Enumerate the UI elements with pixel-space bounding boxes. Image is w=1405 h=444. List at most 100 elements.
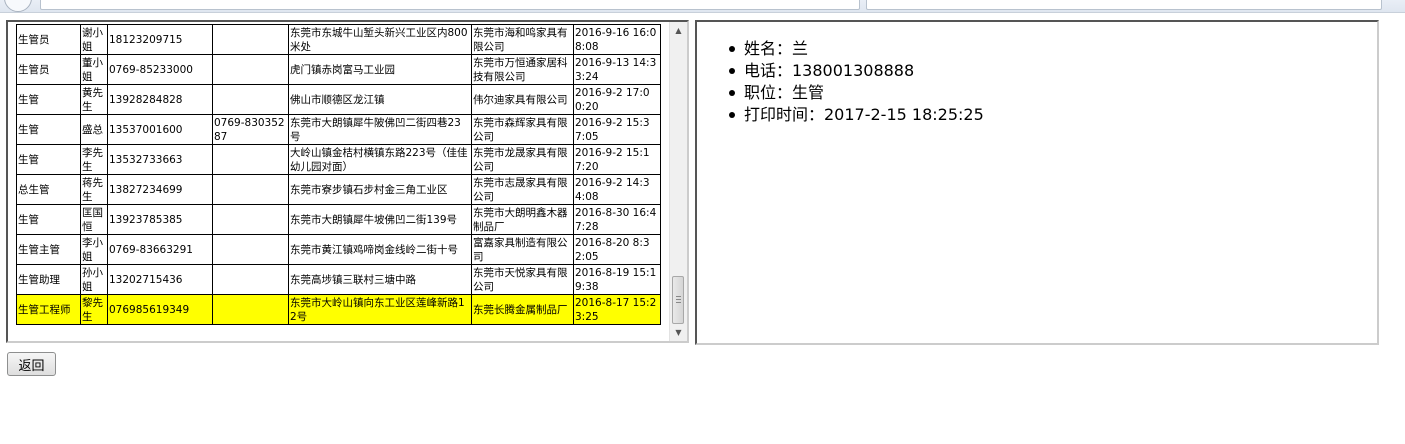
table-cell: 2016-8-20 8:32:05 (573, 234, 661, 265)
grip-line (676, 302, 681, 303)
table-cell: 匡国恒 (80, 204, 108, 235)
contact-table: 生管员 谢小姐 18123209715 东莞市东城牛山堑头新兴工业区内800米处 东莞市… (16, 24, 661, 325)
table-cell: 东莞市龙晟家具有限公司 (471, 144, 574, 175)
browser-back-circle-icon[interactable] (4, 0, 32, 12)
browser-toolbar (0, 0, 1405, 13)
table-cell: 2016-9-2 17:00:20 (573, 84, 661, 115)
table-cell: 0769-83035287 (212, 114, 289, 145)
table-cell (212, 294, 289, 325)
table-cell (212, 144, 289, 175)
table-cell: 2016-8-30 16:47:28 (573, 204, 661, 235)
grip-line (676, 299, 681, 300)
table-cell: 生管员 (16, 24, 81, 55)
table-row[interactable]: 生管工程师 黎先生 076985619349 东莞市大岭山镇向东工业区莲峰新路12号东… (16, 294, 661, 325)
table-row[interactable]: 生管 盛总 13537001600 0769-83035287 东莞市大朗镇犀牛陂佛凹二… (16, 114, 661, 145)
table-cell: 生管 (16, 144, 81, 175)
detail-item-position: 职位：生管 (729, 82, 984, 104)
detail-text: 电话：138001308888 (744, 61, 915, 80)
table-cell: 0769-83663291 (107, 234, 213, 265)
table-cell: 东莞高埗镇三联村三塘中路 (288, 264, 472, 295)
table-cell: 18123209715 (107, 24, 213, 55)
grip-line (676, 296, 681, 297)
table-cell: 076985619349 (107, 294, 213, 325)
table-cell: 2016-9-2 14:34:08 (573, 174, 661, 205)
table-cell: 佛山市顺德区龙江镇 (288, 84, 472, 115)
table-cell: 东莞市大朗明鑫木器制品厂 (471, 204, 574, 235)
table-cell: 东莞市海和鸣家具有限公司 (471, 24, 574, 55)
table-cell: 生管主管 (16, 234, 81, 265)
table-cell: 东莞市志晟家具有限公司 (471, 174, 574, 205)
table-cell: 黎先生 (80, 294, 108, 325)
back-button[interactable]: 返回 (7, 352, 56, 376)
table-cell (212, 204, 289, 235)
table-cell: 东莞市天悦家具有限公司 (471, 264, 574, 295)
bullet-icon (729, 112, 735, 118)
table-cell: 13928284828 (107, 84, 213, 115)
table-cell: 东莞市大朗镇犀牛陂佛凹二街四巷23号 (288, 114, 472, 145)
table-cell: 东莞长腾金属制品厂 (471, 294, 574, 325)
table-cell (212, 234, 289, 265)
detail-item-print-time: 打印时间：2017-2-15 18:25:25 (729, 104, 984, 126)
table-cell: 2016-9-2 15:37:05 (573, 114, 661, 145)
table-row[interactable]: 生管助理 孙小姐 13202715436 东莞高埗镇三联村三塘中路 东莞市天悦家具有限公… (16, 264, 661, 295)
table-cell: 生管助理 (16, 264, 81, 295)
address-bar[interactable] (40, 0, 860, 10)
table-cell: 孙小姐 (80, 264, 108, 295)
scrollbar-thumb[interactable] (672, 276, 684, 324)
table-row[interactable]: 生管主管 李小姐 0769-83663291 东莞市黄江镇鸡啼岗金线岭二街十号 富嘉家具… (16, 234, 661, 265)
table-cell: 13202715436 (107, 264, 213, 295)
up-arrow-icon[interactable]: ▲ (670, 22, 687, 39)
table-cell: 13537001600 (107, 114, 213, 145)
vertical-scrollbar[interactable]: ▲ ▼ (669, 22, 687, 341)
table-cell: 大岭山镇金桔村横镇东路223号（佳佳幼儿园对面） (288, 144, 472, 175)
table-cell: 李小姐 (80, 234, 108, 265)
table-cell: 2016-9-13 14:33:24 (573, 54, 661, 85)
down-arrow-icon[interactable]: ▼ (670, 324, 687, 341)
table-row[interactable]: 生管员 谢小姐 18123209715 东莞市东城牛山堑头新兴工业区内800米处 东莞市… (16, 24, 661, 55)
search-bar[interactable] (866, 0, 1382, 10)
table-row[interactable]: 生管员 董小姐 0769-85233000 虎门镇赤岗富马工业园 东莞市万恒通家居科技有… (16, 54, 661, 85)
table-cell: 黄先生 (80, 84, 108, 115)
table-cell: 生管员 (16, 54, 81, 85)
table-cell (212, 264, 289, 295)
table-cell: 2016-9-16 16:08:08 (573, 24, 661, 55)
contact-table-viewport: 生管员 谢小姐 18123209715 东莞市东城牛山堑头新兴工业区内800米处 东莞市… (16, 22, 672, 341)
table-cell: 东莞市万恒通家居科技有限公司 (471, 54, 574, 85)
table-cell: 谢小姐 (80, 24, 108, 55)
table-cell: 东莞市森辉家具有限公司 (471, 114, 574, 145)
table-cell: 13923785385 (107, 204, 213, 235)
table-cell: 2016-8-19 15:19:38 (573, 264, 661, 295)
table-cell: 生管 (16, 84, 81, 115)
detail-item-name: 姓名：兰 (729, 38, 984, 60)
table-cell: 蒋先生 (80, 174, 108, 205)
table-cell: 东莞市大岭山镇向东工业区莲峰新路12号 (288, 294, 472, 325)
table-cell: 13827234699 (107, 174, 213, 205)
table-cell (212, 84, 289, 115)
table-cell (212, 24, 289, 55)
bullet-icon (729, 68, 735, 74)
bullet-icon (729, 46, 735, 52)
table-cell: 总生管 (16, 174, 81, 205)
detail-text: 职位：生管 (744, 83, 825, 102)
detail-text: 打印时间：2017-2-15 18:25:25 (744, 105, 984, 124)
table-row[interactable]: 生管 黄先生 13928284828 佛山市顺德区龙江镇 伟尔迪家具有限公司 2016-9… (16, 84, 661, 115)
table-cell: 李先生 (80, 144, 108, 175)
table-row[interactable]: 生管 李先生 13532733663 大岭山镇金桔村横镇东路223号（佳佳幼儿园对面）… (16, 144, 661, 175)
table-cell: 生管 (16, 204, 81, 235)
table-cell: 东莞市大朗镇犀牛坡佛凹二街139号 (288, 204, 472, 235)
table-cell: 2016-8-17 15:23:25 (573, 294, 661, 325)
table-cell: 伟尔迪家具有限公司 (471, 84, 574, 115)
table-cell: 东莞市黄江镇鸡啼岗金线岭二街十号 (288, 234, 472, 265)
table-cell: 0769-85233000 (107, 54, 213, 85)
detail-text: 姓名：兰 (744, 39, 809, 58)
contact-list-frame: 生管员 谢小姐 18123209715 东莞市东城牛山堑头新兴工业区内800米处 东莞市… (6, 20, 689, 343)
table-cell: 富嘉家具制造有限公司 (471, 234, 574, 265)
table-row[interactable]: 生管 匡国恒 13923785385 东莞市大朗镇犀牛坡佛凹二街139号 东莞市大朗明鑫… (16, 204, 661, 235)
table-row[interactable]: 总生管 蒋先生 13827234699 东莞市寮步镇石步村金三角工业区 东莞市志晟家具有… (16, 174, 661, 205)
table-cell (212, 54, 289, 85)
detail-frame: 姓名：兰 电话：138001308888 职位：生管 打印时间：2017-2-1… (695, 20, 1379, 345)
bullet-icon (729, 90, 735, 96)
table-cell: 2016-9-2 15:17:20 (573, 144, 661, 175)
table-cell: 生管 (16, 114, 81, 145)
table-cell (212, 174, 289, 205)
